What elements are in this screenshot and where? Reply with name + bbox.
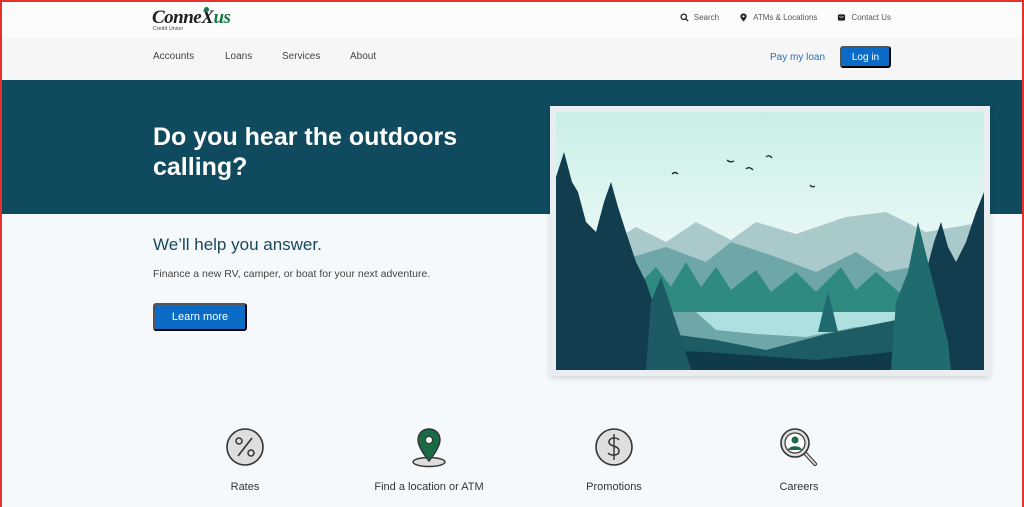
quick-link-find-location-label: Find a location or ATM xyxy=(374,481,484,493)
utility-search-link[interactable]: Search xyxy=(680,13,719,22)
nav-item-about[interactable]: About xyxy=(350,51,376,62)
utility-atms-label: ATMs & Locations xyxy=(753,13,818,22)
landscape-illustration xyxy=(556,112,984,370)
careers-search-icon xyxy=(780,428,817,466)
quick-link-careers-label: Careers xyxy=(779,481,819,493)
hero-description: Finance a new RV, camper, or boat for yo… xyxy=(153,268,431,280)
percent-icon xyxy=(226,428,264,466)
login-button[interactable]: Log in xyxy=(840,46,891,68)
quick-link-careers[interactable]: Careers xyxy=(719,425,879,493)
quick-link-promotions-label: Promotions xyxy=(586,481,642,493)
hero-subtitle: We’ll help you answer. xyxy=(153,235,322,254)
connexus-logo[interactable]: ConneXus Credit Union xyxy=(152,6,242,34)
nav-item-loans[interactable]: Loans xyxy=(225,51,282,62)
utility-contact-link[interactable]: Contact Us xyxy=(837,13,891,22)
quick-link-promotions[interactable]: Promotions xyxy=(534,425,694,493)
learn-more-button[interactable]: Learn more xyxy=(153,303,247,331)
map-pin-icon xyxy=(412,428,446,468)
nav-item-services[interactable]: Services xyxy=(282,51,350,62)
dollar-icon xyxy=(595,428,633,466)
chat-icon xyxy=(838,14,846,21)
nav-item-accounts[interactable]: Accounts xyxy=(153,51,225,62)
quick-link-rates-label: Rates xyxy=(230,481,260,493)
utility-bar: ConneXus Credit Union Search ATMs & Loca… xyxy=(0,0,1024,38)
location-pin-icon xyxy=(740,13,747,22)
search-icon xyxy=(680,13,689,22)
quick-link-find-location[interactable]: Find a location or ATM xyxy=(349,425,509,493)
logo-tagline: Credit Union xyxy=(153,26,184,32)
hero-title: Do you hear the outdoors calling? xyxy=(153,123,458,181)
nav-menu: Accounts Loans Services About xyxy=(153,51,376,62)
quick-link-rates[interactable]: Rates xyxy=(165,425,325,493)
utility-links: Search ATMs & Locations Contact Us xyxy=(680,13,891,22)
utility-contact-label: Contact Us xyxy=(851,13,891,22)
hero-image xyxy=(550,106,990,376)
quick-links: Rates Find a location or ATM Promotions … xyxy=(0,425,1024,507)
logo-dot-icon xyxy=(204,7,209,12)
utility-atms-link[interactable]: ATMs & Locations xyxy=(739,13,817,22)
pay-my-loan-link[interactable]: Pay my loan xyxy=(770,52,825,63)
main-nav: Accounts Loans Services About Pay my loa… xyxy=(0,38,1024,80)
utility-search-label: Search xyxy=(693,13,720,22)
